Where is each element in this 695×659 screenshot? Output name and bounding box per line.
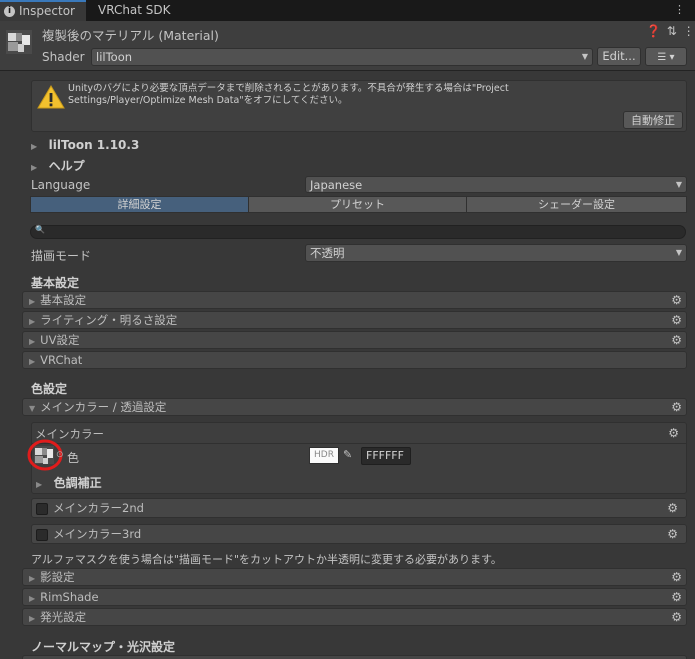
gear-icon[interactable]: ⚙ <box>667 500 678 516</box>
material-title: 複製後のマテリアル (Material) <box>42 28 219 43</box>
tab-inspector-label: Inspector <box>19 4 75 18</box>
foldout-label: ライティング・明るさ設定 <box>40 313 178 327</box>
foldout-uv-settings[interactable]: ▶ UV設定 ⚙ <box>22 331 687 349</box>
material-preview-icon <box>6 30 32 54</box>
chevron-right-icon: ▶ <box>29 297 36 306</box>
gear-icon[interactable]: ⚙ <box>671 292 682 308</box>
gear-icon[interactable]: ⚙ <box>667 526 678 542</box>
list-menu-button[interactable]: ☰ ▾ <box>645 47 687 66</box>
color-section-title: 色設定 <box>31 382 68 396</box>
render-mode-label: 描画モード <box>31 249 92 263</box>
chevron-right-icon: ▶ <box>29 614 36 623</box>
main-color-3rd-checkbox[interactable] <box>36 528 48 541</box>
chevron-down-icon: ▼ <box>675 248 682 257</box>
foldout-label: 発光設定 <box>40 610 87 624</box>
main-color-3rd-label: メインカラー3rd <box>53 527 142 541</box>
tab-vrchat-sdk[interactable]: VRChat SDK <box>90 0 190 21</box>
preset-icon[interactable]: ⇅ <box>667 24 677 38</box>
language-value: Japanese <box>310 178 363 192</box>
main-color-header: メインカラー ⚙ <box>31 422 687 444</box>
chevron-down-icon: ▼ <box>675 180 682 189</box>
foldout-partial[interactable] <box>22 655 687 659</box>
color-label: 色 <box>67 451 80 465</box>
target-icon[interactable]: ⊙ <box>56 450 64 460</box>
search-input[interactable]: 🔍 <box>30 225 686 239</box>
foldout-emission[interactable]: ▶ 発光設定 ⚙ <box>22 608 687 626</box>
version-foldout[interactable]: ▶ lilToon 1.10.3 <box>31 138 139 152</box>
alpha-mask-note: アルファマスクを使う場合は"描画モード"をカットアウトか半透明に変更する必要があ… <box>31 553 502 566</box>
normal-section-title: ノーマルマップ・光沢設定 <box>31 640 176 654</box>
chevron-right-icon: ▶ <box>29 317 36 326</box>
foldout-vrchat[interactable]: ▶ VRChat <box>22 351 687 369</box>
gear-icon[interactable]: ⚙ <box>671 312 682 328</box>
eyedropper-icon[interactable]: ✎ <box>343 448 352 461</box>
tab-shader-settings[interactable]: シェーダー設定 <box>466 196 687 213</box>
gear-icon[interactable]: ⚙ <box>671 589 682 605</box>
chevron-right-icon: ▶ <box>31 163 38 172</box>
color-correction-label: 色調補正 <box>53 476 102 490</box>
tab-presets[interactable]: プリセット <box>248 196 467 213</box>
foldout-label: UV設定 <box>40 333 80 347</box>
shader-dropdown[interactable]: lilToon ▼ <box>91 48 593 66</box>
gear-icon[interactable]: ⚙ <box>671 332 682 348</box>
chevron-right-icon: ▶ <box>29 337 36 346</box>
hdr-label: HDR <box>314 450 334 460</box>
search-icon: 🔍 <box>35 225 45 234</box>
chevron-right-icon: ▶ <box>29 574 36 583</box>
foldout-label: 影設定 <box>40 570 75 584</box>
warning-text: Unityのバグにより必要な頂点データまで削除されることがあります。不具合が発生… <box>68 83 509 106</box>
version-label: lilToon 1.10.3 <box>48 138 140 152</box>
header-icons: ❓ ⇅ ⋮ <box>646 24 695 38</box>
gear-icon[interactable]: ⚙ <box>671 609 682 625</box>
foldout-basic-settings[interactable]: ▶ 基本設定 ⚙ <box>22 291 687 309</box>
help-foldout[interactable]: ▶ ヘルプ <box>31 157 85 174</box>
main-color-2nd-checkbox[interactable] <box>36 502 48 515</box>
edit-shader-button[interactable]: Edit... <box>597 47 641 66</box>
gear-icon[interactable]: ⚙ <box>671 399 682 415</box>
chevron-right-icon: ▶ <box>36 480 43 489</box>
hex-input[interactable]: FFFFFF <box>361 447 411 465</box>
chevron-right-icon: ▶ <box>29 594 36 603</box>
gear-icon[interactable]: ⚙ <box>668 425 679 441</box>
chevron-down-icon: ▼ <box>581 52 588 61</box>
language-dropdown[interactable]: Japanese ▼ <box>305 176 687 193</box>
list-icon: ☰ ▾ <box>657 52 675 63</box>
shader-value: lilToon <box>96 50 133 64</box>
tab-inspector[interactable]: i Inspector <box>0 0 86 21</box>
shader-label: Shader <box>42 50 85 64</box>
chevron-right-icon: ▶ <box>29 357 36 366</box>
foldout-label: VRChat <box>40 353 83 367</box>
foldout-label: メインカラー / 透過設定 <box>40 400 167 414</box>
foldout-label: 基本設定 <box>40 293 87 307</box>
more-icon[interactable]: ⋮ <box>683 24 695 38</box>
window-menu-icon[interactable]: ⋮ <box>674 3 689 16</box>
auto-fix-button[interactable]: 自動修正 <box>623 111 683 129</box>
chevron-right-icon: ▶ <box>31 142 38 151</box>
color-correction-foldout[interactable]: ▶ 色調補正 <box>36 474 102 491</box>
color-swatch[interactable]: HDR <box>309 447 339 464</box>
main-color-2nd-label: メインカラー2nd <box>53 501 144 515</box>
basic-section-title: 基本設定 <box>31 276 80 290</box>
help-label: ヘルプ <box>48 159 85 173</box>
foldout-label: RimShade <box>40 590 99 604</box>
foldout-lighting-settings[interactable]: ▶ ライティング・明るさ設定 ⚙ <box>22 311 687 329</box>
main-color-2nd-row[interactable]: メインカラー2nd ⚙ <box>31 498 687 518</box>
info-icon: i <box>4 6 15 17</box>
render-mode-value: 不透明 <box>310 246 345 260</box>
language-label: Language <box>31 178 91 192</box>
render-mode-dropdown[interactable]: 不透明 ▼ <box>305 244 687 262</box>
tab-detail-settings[interactable]: 詳細設定 <box>30 196 249 213</box>
foldout-rimshade[interactable]: ▶ RimShade ⚙ <box>22 588 687 606</box>
main-color-3rd-row[interactable]: メインカラー3rd ⚙ <box>31 524 687 544</box>
warning-icon <box>37 85 65 109</box>
gear-icon[interactable]: ⚙ <box>671 569 682 585</box>
chevron-down-icon: ▼ <box>29 404 36 413</box>
help-icon[interactable]: ❓ <box>646 24 661 38</box>
foldout-main-color[interactable]: ▼ メインカラー / 透過設定 ⚙ <box>22 398 687 416</box>
foldout-shadow[interactable]: ▶ 影設定 ⚙ <box>22 568 687 586</box>
